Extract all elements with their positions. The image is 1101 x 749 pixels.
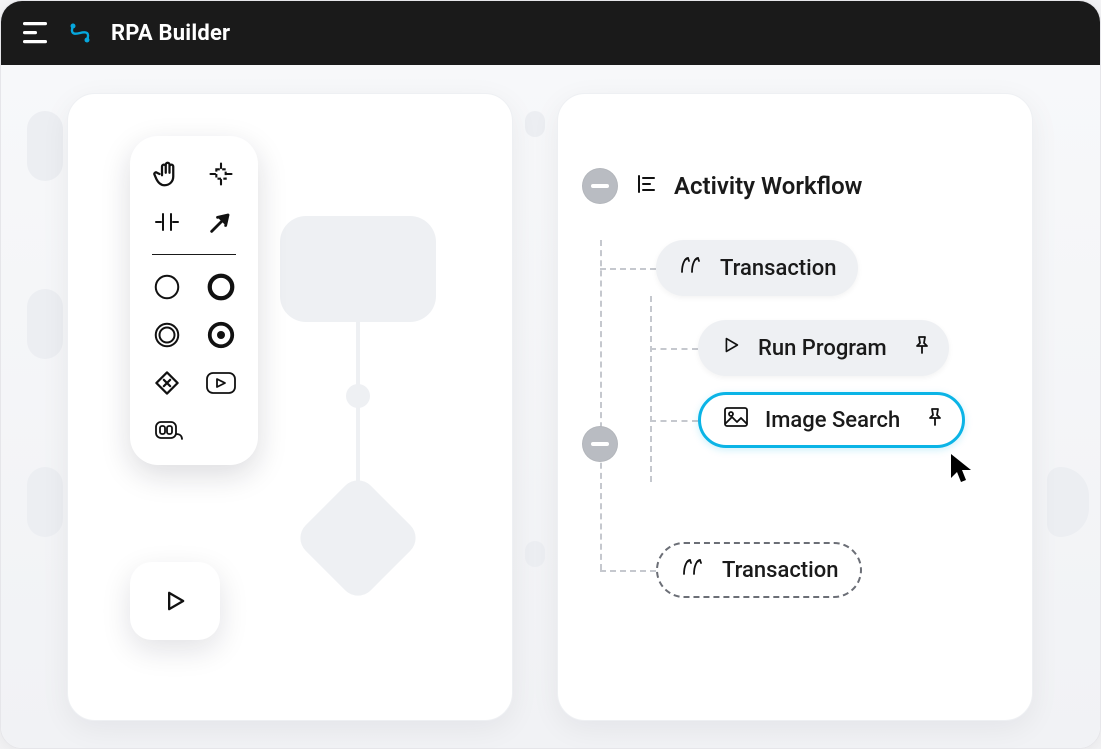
- title-bar: RPA Builder: [1, 1, 1100, 65]
- crop-tool-icon[interactable]: [201, 154, 241, 194]
- pin-icon[interactable]: [913, 335, 931, 361]
- tree-connector: [650, 348, 698, 350]
- workflow-tree: Activity Workflow: [582, 168, 1008, 240]
- canvas-node-dot[interactable]: [346, 384, 370, 408]
- workflow-structure-icon: [634, 172, 658, 200]
- bg-shape: [525, 541, 545, 567]
- canvas-panel: [67, 93, 513, 721]
- split-tool-icon[interactable]: [147, 202, 187, 242]
- image-icon: [723, 406, 749, 434]
- circle-double-icon[interactable]: [147, 315, 187, 355]
- transaction-node[interactable]: Transaction: [656, 240, 858, 296]
- content-area: Activity Workflow: [1, 65, 1100, 748]
- node-label: Run Program: [758, 336, 887, 361]
- bg-shape: [27, 289, 63, 359]
- play-triangle-icon: [720, 334, 742, 362]
- bg-shape: [525, 111, 545, 137]
- circle-bold-icon[interactable]: [201, 267, 241, 307]
- canvas-node-rect[interactable]: [280, 216, 436, 322]
- collapse-root-button[interactable]: [582, 168, 618, 204]
- bg-shape: [27, 467, 63, 537]
- transaction-icon: [680, 556, 706, 584]
- bg-shape: [1047, 467, 1089, 537]
- palette-divider: [152, 254, 236, 255]
- node-label: Transaction: [722, 558, 838, 583]
- tree-connector: [600, 268, 656, 270]
- pin-icon[interactable]: [926, 407, 944, 433]
- transaction-icon: [678, 254, 704, 282]
- node-label: Transaction: [720, 256, 836, 281]
- canvas-node-diamond[interactable]: [293, 473, 423, 603]
- workflow-panel: Activity Workflow: [557, 93, 1033, 721]
- canvas-connector: [356, 322, 360, 498]
- arrow-tool-icon[interactable]: [201, 202, 241, 242]
- diamond-x-icon[interactable]: [147, 363, 187, 403]
- app-logo-icon: [67, 20, 93, 46]
- workflow-title: Activity Workflow: [674, 172, 862, 200]
- bg-shape: [27, 111, 63, 181]
- menu-icon[interactable]: [23, 22, 49, 44]
- tree-connector: [650, 420, 698, 422]
- app-window: RPA Builder: [0, 0, 1101, 749]
- app-title: RPA Builder: [111, 21, 230, 46]
- keyboard-icon[interactable]: [150, 411, 190, 451]
- play-button[interactable]: [130, 562, 220, 640]
- tree-connector: [600, 570, 656, 572]
- image-search-node[interactable]: Image Search: [698, 392, 965, 448]
- circle-target-icon[interactable]: [201, 315, 241, 355]
- node-label: Image Search: [765, 408, 900, 433]
- tree-connector: [600, 240, 602, 570]
- hand-tool-icon[interactable]: [147, 154, 187, 194]
- tool-palette: [130, 136, 258, 465]
- collapse-branch-button[interactable]: [582, 426, 618, 462]
- transaction-placeholder-node[interactable]: Transaction: [656, 542, 862, 598]
- tree-connector: [650, 296, 652, 482]
- run-program-node[interactable]: Run Program: [698, 320, 949, 376]
- circle-thin-icon[interactable]: [147, 267, 187, 307]
- cursor-icon: [948, 452, 976, 488]
- rounded-triangle-icon[interactable]: [201, 363, 241, 403]
